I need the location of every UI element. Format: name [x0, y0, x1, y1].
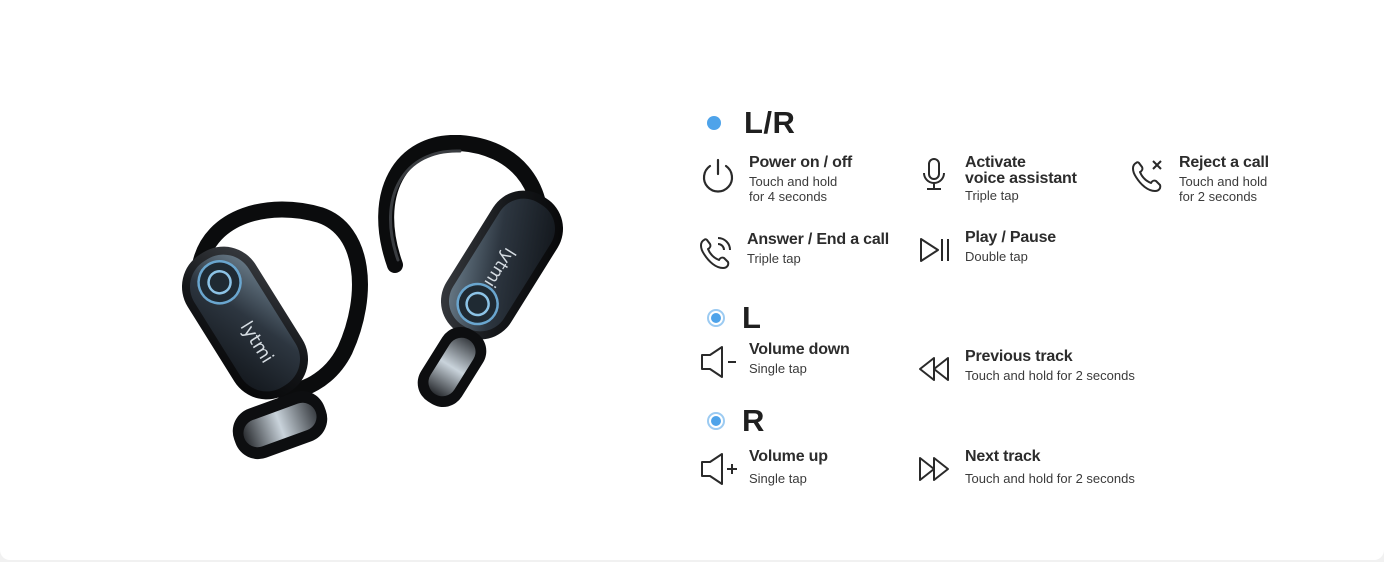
control-volume-down: Volume down Single tap: [697, 342, 850, 382]
control-previous-track: Previous track Touch and hold for 2 seco…: [913, 349, 1135, 389]
controls-card: lytmi lytmi L/R Power on / off Touch and…: [0, 0, 1384, 560]
control-title-line2: voice assistant: [965, 170, 1077, 187]
bullet-ring-icon: [707, 309, 725, 327]
previous-track-icon: [913, 349, 955, 389]
control-title: Volume up: [749, 448, 828, 465]
control-volume-up: Volume up Single tap: [697, 449, 828, 489]
left-earbud: lytmi: [181, 201, 368, 460]
earbuds-image: lytmi lytmi: [170, 134, 570, 475]
bullet-dot-icon: [707, 116, 721, 130]
power-icon: [697, 155, 739, 195]
section-lr-header: L/R: [707, 105, 795, 141]
play-pause-icon: [913, 230, 955, 270]
control-reject-call: Reject a call Touch and hold for 2 secon…: [1127, 155, 1269, 204]
control-title: Reject a call: [1179, 154, 1269, 171]
volume-down-icon: [697, 342, 739, 382]
control-title: Play / Pause: [965, 229, 1056, 246]
section-l-header: L: [707, 300, 762, 336]
phone-reject-icon: [1127, 155, 1169, 195]
right-earbud: lytmi: [378, 134, 564, 408]
control-desc: Touch and hold for 2 seconds: [965, 471, 1135, 486]
control-desc: for 2 seconds: [1179, 189, 1258, 204]
control-next-track: Next track Touch and hold for 2 seconds: [913, 449, 1135, 489]
control-power: Power on / off Touch and hold for 4 seco…: [697, 155, 852, 204]
control-desc: Touch and hold: [1179, 174, 1268, 189]
phone-answer-icon: [695, 232, 737, 272]
control-desc: Single tap: [749, 361, 807, 376]
bullet-ring-icon: [707, 412, 725, 430]
control-title: Answer / End a call: [747, 231, 890, 248]
section-lr-title: L/R: [744, 105, 796, 140]
microphone-icon: [913, 155, 955, 195]
control-desc: Double tap: [965, 249, 1028, 264]
control-desc: Touch and hold for 2 seconds: [965, 368, 1135, 383]
control-desc: Single tap: [749, 471, 807, 486]
control-desc: Touch and hold: [749, 174, 838, 189]
volume-up-icon: [697, 449, 739, 489]
control-desc: Triple tap: [965, 188, 1019, 203]
control-desc: Triple tap: [747, 251, 801, 266]
control-voice-assistant: Activate voice assistant Triple tap: [913, 155, 1077, 203]
control-play-pause: Play / Pause Double tap: [913, 230, 1056, 270]
control-answer-call: Answer / End a call Triple tap: [695, 232, 889, 272]
control-title: Volume down: [749, 341, 850, 358]
control-title: Previous track: [965, 348, 1073, 365]
control-title: Activate: [965, 154, 1026, 171]
section-r-header: R: [707, 403, 765, 439]
control-title: Next track: [965, 448, 1041, 465]
next-track-icon: [913, 449, 955, 489]
section-l-title: L: [742, 300, 762, 335]
control-title: Power on / off: [749, 154, 852, 171]
section-r-title: R: [742, 403, 765, 438]
control-desc: for 4 seconds: [749, 189, 828, 204]
